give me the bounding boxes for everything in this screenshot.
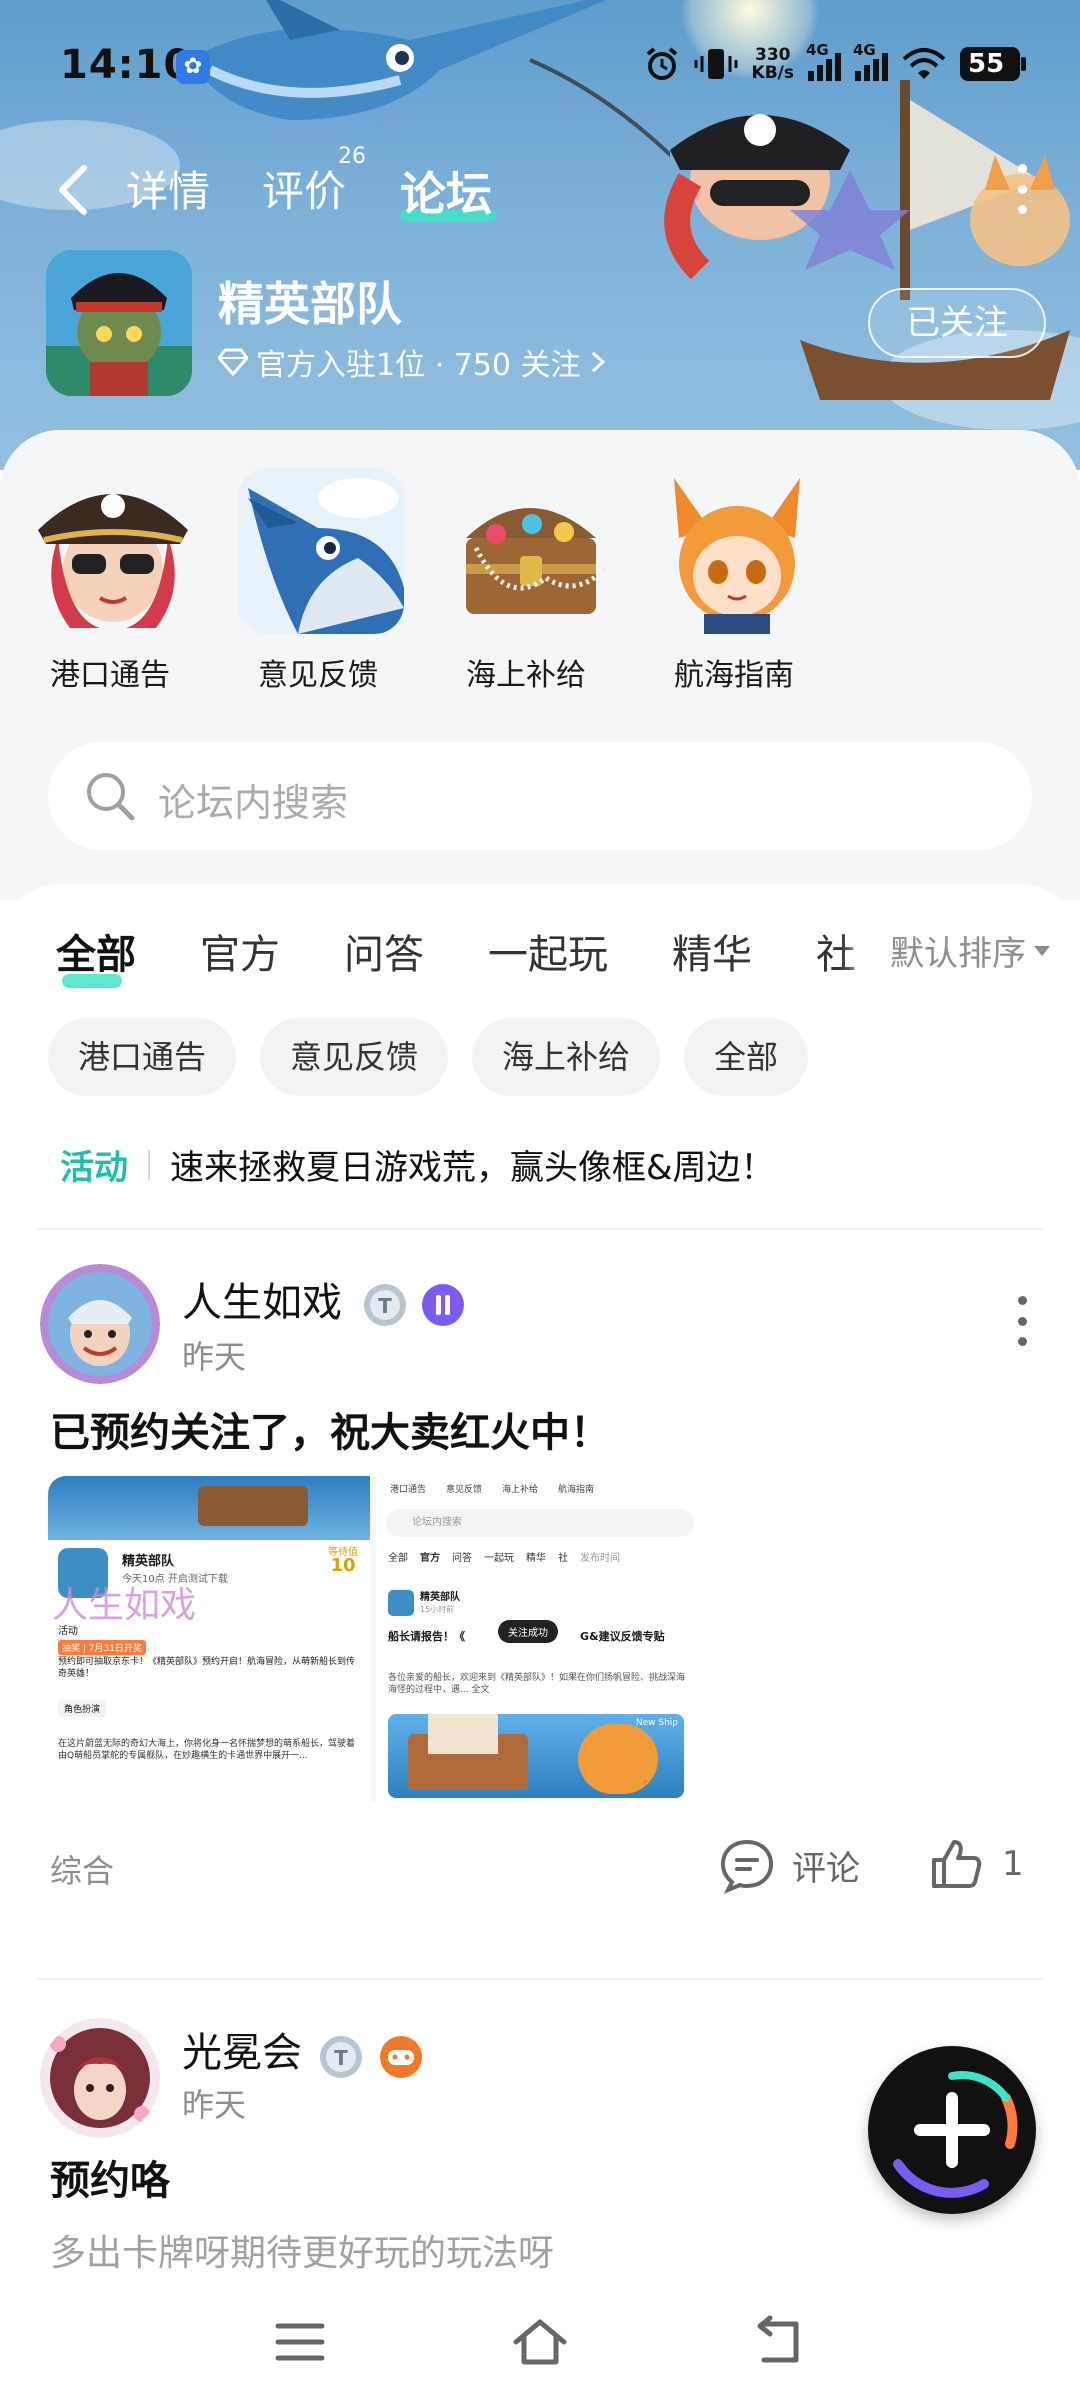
net-speed: 330 KB/s bbox=[751, 45, 794, 83]
divider bbox=[36, 1978, 1044, 1980]
signal-strength-icon: 4G bbox=[806, 41, 841, 81]
back-icon[interactable] bbox=[750, 2314, 810, 2370]
forum-logo bbox=[46, 250, 192, 396]
plus-icon bbox=[893, 2071, 1018, 2198]
activity-tag: 活动 bbox=[60, 1148, 128, 1188]
chip-feedback[interactable]: 意见反馈 bbox=[260, 1018, 449, 1096]
status-bar: 14:10 ✿ 330 KB/s 4G 4G 55 bbox=[0, 36, 1080, 96]
feed-tabs: 全部 官方 问答 一起玩 精华 社 默认排序 bbox=[56, 922, 1056, 992]
post-time: 昨天 bbox=[182, 1338, 247, 1376]
activity-text: 速来拯救夏日游戏荒，赢头像框&周边！ bbox=[170, 1148, 775, 1188]
section-harbor-notice[interactable]: 港口通告 bbox=[30, 468, 190, 694]
avatar[interactable] bbox=[40, 2018, 160, 2138]
post-body: 多出卡牌呀期待更好玩的玩法呀 bbox=[50, 2233, 555, 2274]
tab-community[interactable]: 社 bbox=[816, 922, 856, 980]
search-icon bbox=[87, 773, 135, 821]
wifi-icon bbox=[902, 48, 946, 79]
post-author[interactable]: 光冕会 bbox=[182, 2020, 302, 2078]
battery-icon: 55 bbox=[960, 47, 1026, 81]
tab-reviews[interactable]: 评价 bbox=[262, 158, 346, 219]
forum-header-banner: 14:10 ✿ 330 KB/s 4G 4G 55 详情 评价 26 论坛 精英… bbox=[0, 0, 1080, 470]
chevron-right-icon bbox=[591, 351, 605, 373]
alarm-icon bbox=[646, 47, 677, 80]
post-image[interactable]: 精英部队 今天10点 开启测试下载 等待值 10 人生如戏 活动 抽奖 | 7月… bbox=[48, 1476, 370, 1802]
like-count: 1 bbox=[1002, 1844, 1024, 1884]
more-vertical-icon[interactable] bbox=[1018, 1296, 1030, 1346]
avatar[interactable] bbox=[40, 1264, 160, 1384]
post-actions: 综合 评论 1 bbox=[0, 1836, 1080, 1906]
status-time: 14:10 bbox=[60, 42, 193, 88]
activity-banner[interactable]: 活动 速来拯救夏日游戏荒，赢头像框&周边！ bbox=[60, 1140, 775, 1189]
svg-text:T: T bbox=[334, 2046, 348, 2070]
tab-all[interactable]: 全部 bbox=[56, 922, 136, 980]
tab-featured[interactable]: 精华 bbox=[672, 922, 752, 980]
post-time: 昨天 bbox=[182, 2086, 247, 2124]
divider bbox=[36, 1228, 1044, 1230]
caret-down-icon bbox=[1034, 945, 1050, 956]
more-vertical-icon[interactable] bbox=[1012, 164, 1032, 214]
followed-button[interactable]: 已关注 bbox=[868, 288, 1046, 358]
vibrate-icon bbox=[694, 49, 738, 79]
post-title: 已预约关注了，祝大卖红火中！ bbox=[50, 1410, 610, 1456]
forum-sections-panel: 港口通告 意见反馈 海上补给 航海指南 论坛内搜索 bbox=[0, 430, 1080, 900]
tab-forum[interactable]: 论坛 bbox=[400, 158, 492, 224]
reviews-count-badge: 26 bbox=[338, 144, 366, 169]
fox-girl-icon bbox=[654, 468, 820, 634]
tab-play-together[interactable]: 一起玩 bbox=[488, 922, 608, 980]
gamer-badge-icon bbox=[380, 2036, 422, 2078]
system-navigation-bar bbox=[0, 2284, 1080, 2400]
forum-search-input[interactable]: 论坛内搜索 bbox=[48, 742, 1032, 850]
tab-details[interactable]: 详情 bbox=[126, 158, 210, 219]
chip-all[interactable]: 全部 bbox=[684, 1018, 809, 1096]
section-filter-chips: 港口通告 意见反馈 海上补给 全部 bbox=[48, 1018, 809, 1096]
chip-supplies[interactable]: 海上补给 bbox=[472, 1018, 661, 1096]
user-level-badge-icon: T bbox=[320, 2036, 362, 2078]
chip-harbor-notice[interactable]: 港口通告 bbox=[48, 1018, 237, 1096]
forum-post[interactable]: 人生如戏 T 昨天 已预约关注了，祝大卖红火中！ 精英部队 今天10点 开启测试… bbox=[0, 1264, 1080, 1924]
menu-icon[interactable] bbox=[270, 2314, 330, 2370]
diamond-icon bbox=[218, 348, 248, 376]
post-image-gallery[interactable]: 精英部队 今天10点 开启测试下载 等待值 10 人生如戏 活动 抽奖 | 7月… bbox=[48, 1476, 704, 1802]
user-level-badge-icon: T bbox=[364, 1284, 406, 1326]
forum-meta[interactable]: 官方入驻1位 · 750 关注 bbox=[218, 340, 607, 384]
pirate-girl-icon bbox=[30, 468, 196, 634]
new-post-button[interactable] bbox=[868, 2046, 1036, 2214]
search-placeholder: 论坛内搜索 bbox=[158, 781, 349, 825]
section-supplies[interactable]: 海上补给 bbox=[446, 468, 608, 694]
post-title: 预约咯 bbox=[50, 2158, 170, 2204]
section-voyage-guide[interactable]: 航海指南 bbox=[654, 468, 814, 694]
sort-dropdown[interactable]: 默认排序 bbox=[872, 926, 1050, 975]
forum-stats-text: 官方入驻1位 · 750 关注 bbox=[256, 348, 581, 383]
section-feedback[interactable]: 意见反馈 bbox=[238, 468, 404, 694]
like-button[interactable]: 1 bbox=[928, 1836, 1024, 1892]
chevron-left-icon[interactable] bbox=[50, 160, 100, 220]
forum-info: 精英部队 官方入驻1位 · 750 关注 已关注 bbox=[46, 250, 1046, 400]
treasure-chest-icon bbox=[446, 468, 612, 634]
home-icon[interactable] bbox=[510, 2314, 570, 2370]
post-author[interactable]: 人生如戏 bbox=[182, 1270, 342, 1328]
post-category[interactable]: 综合 bbox=[50, 1846, 114, 1892]
post-image[interactable]: 港口通告 意见反馈 海上补给 航海指南 论坛内搜索 全部 官方 问答 一起玩 精华社发布时间 … bbox=[376, 1476, 704, 1802]
detail-nav-bar: 详情 评价 26 论坛 bbox=[0, 144, 1080, 230]
svg-text:T: T bbox=[378, 1294, 392, 1318]
forum-name: 精英部队 bbox=[218, 277, 402, 331]
tab-qa[interactable]: 问答 bbox=[344, 922, 424, 980]
comment-icon bbox=[720, 1839, 774, 1894]
creator-badge-icon bbox=[422, 1284, 464, 1326]
thumbs-up-icon bbox=[932, 1840, 982, 1888]
swordfish-icon bbox=[238, 468, 404, 634]
comment-button[interactable]: 评论 bbox=[718, 1836, 860, 1894]
tab-official[interactable]: 官方 bbox=[200, 922, 280, 980]
signal-strength-icon: 4G bbox=[853, 41, 888, 81]
baidu-paw-icon: ✿ bbox=[176, 50, 210, 84]
